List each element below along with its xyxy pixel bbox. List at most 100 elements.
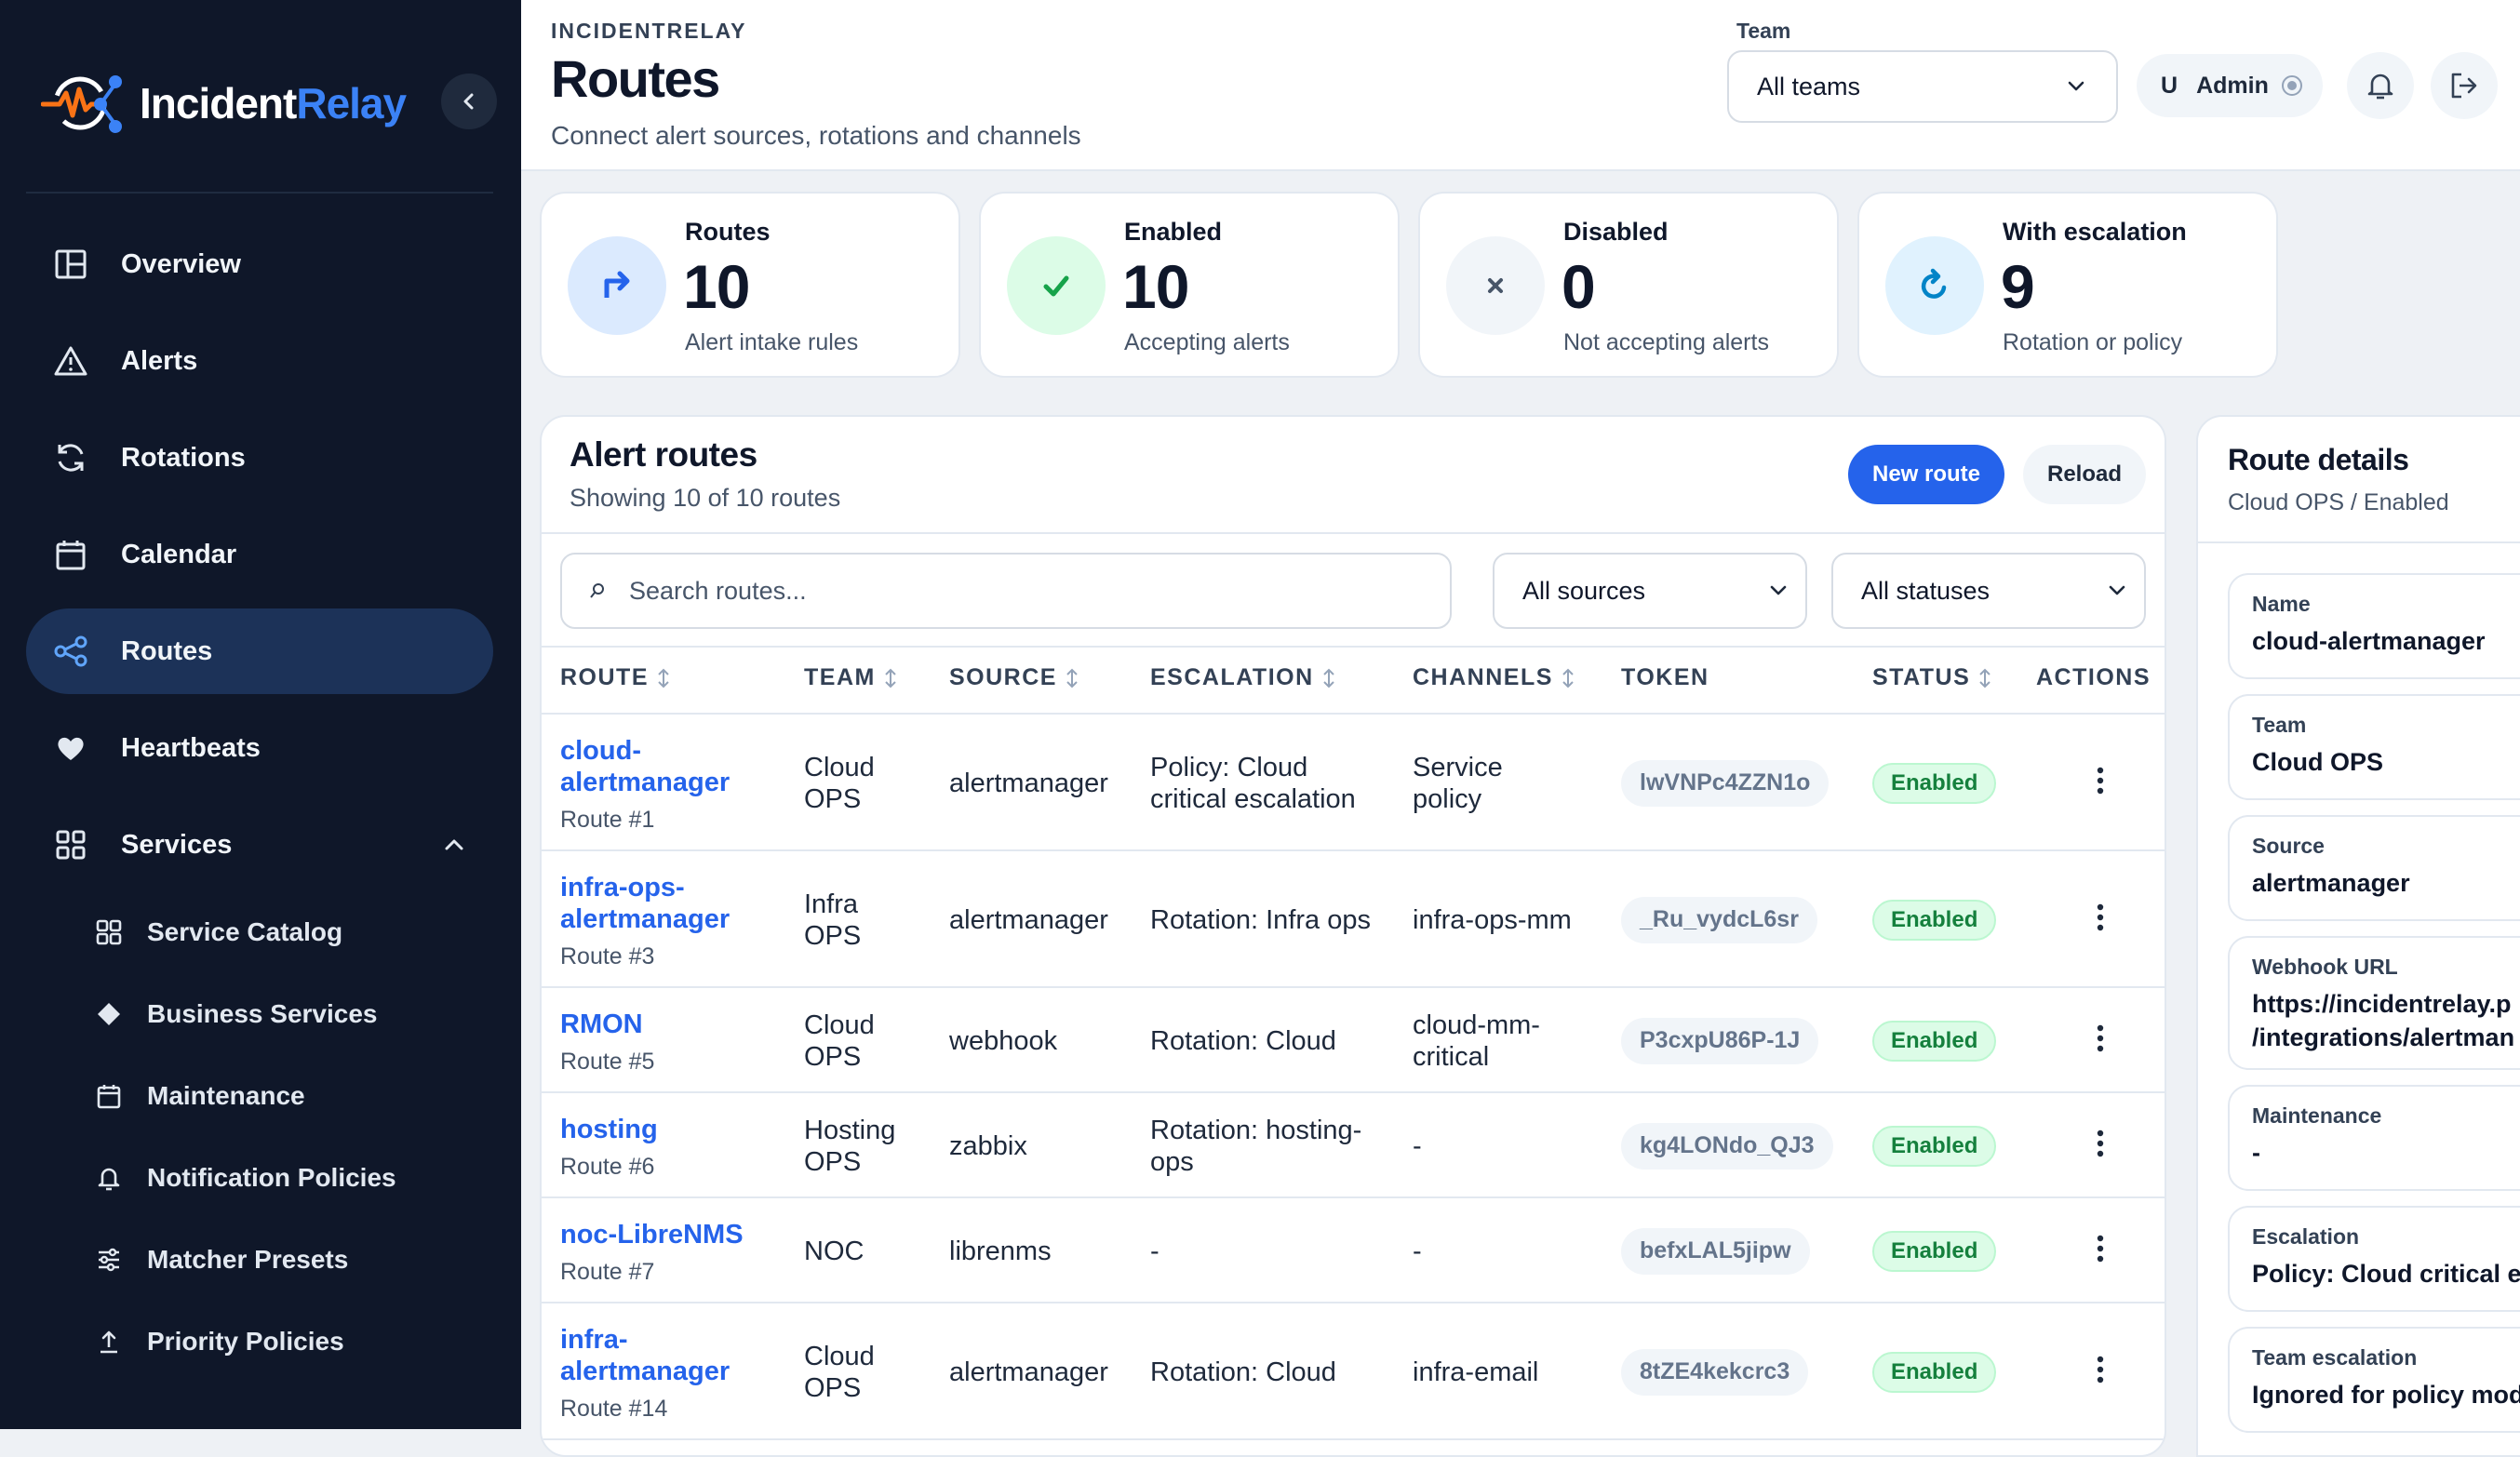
heart-icon bbox=[52, 729, 89, 767]
sub-item-maintenance[interactable]: Maintenance bbox=[26, 1059, 493, 1133]
row-actions-button[interactable] bbox=[2086, 1023, 2114, 1060]
status-filter-select[interactable]: All statuses bbox=[1831, 553, 2146, 629]
more-vertical-icon bbox=[2097, 767, 2104, 799]
sub-item-business-services[interactable]: Business Services bbox=[26, 977, 493, 1051]
token-chip[interactable]: _Ru_vydcL6sr bbox=[1621, 896, 1817, 943]
table-row[interactable]: infra-ops-alertmanager Route #3 Infra OPS al… bbox=[542, 851, 2165, 988]
route-name-link[interactable]: alertmanager bbox=[560, 903, 730, 935]
column-header-actions: ACTIONS bbox=[2036, 664, 2151, 690]
sub-item-priority-policies[interactable]: Priority Policies bbox=[26, 1304, 493, 1379]
page-subtitle: Connect alert sources, rotations and cha… bbox=[551, 121, 1081, 150]
table-row[interactable]: RMON Route #5 Cloud OPS webhook Rotation: Clo… bbox=[542, 988, 2165, 1093]
panel-title: Alert routes bbox=[570, 435, 757, 474]
sub-item-matcher-presets[interactable]: Matcher Presets bbox=[26, 1223, 493, 1297]
sub-item-label: Matcher Presets bbox=[147, 1245, 349, 1274]
source-cell: librenms bbox=[949, 1236, 1052, 1266]
table-row[interactable]: cloud-alertmanager Route #1 Cloud OPS alertm… bbox=[542, 715, 2165, 851]
sub-item-service-catalog[interactable]: Service Catalog bbox=[26, 895, 493, 969]
token-chip[interactable]: befxLAL5jipw bbox=[1621, 1227, 1810, 1275]
route-name-link[interactable]: alertmanager bbox=[560, 1356, 730, 1387]
team-filter-label: Team bbox=[1736, 19, 1791, 43]
route-name-link[interactable]: noc-LibreNMS bbox=[560, 1219, 744, 1250]
logout-button[interactable] bbox=[2431, 52, 2498, 119]
sort-icon bbox=[1066, 668, 1078, 688]
route-name-link[interactable]: infra-ops- bbox=[560, 872, 730, 903]
status-filter-value: All statuses bbox=[1861, 576, 1991, 605]
field-label: Maintenance bbox=[2252, 1103, 2382, 1128]
chevron-up-icon[interactable] bbox=[441, 832, 467, 858]
more-vertical-icon bbox=[2097, 903, 2104, 936]
calendar-icon bbox=[93, 1080, 125, 1112]
new-route-button[interactable]: New route bbox=[1848, 445, 2004, 504]
column-header-team[interactable]: TEAM bbox=[804, 664, 898, 691]
collapse-sidebar-button[interactable] bbox=[441, 74, 497, 129]
row-actions-button[interactable] bbox=[2086, 1233, 2114, 1270]
detail-field-escalation: Escalation Policy: Cloud critical es bbox=[2228, 1206, 2520, 1312]
bell-icon bbox=[93, 1162, 125, 1194]
stat-hint: Alert intake rules bbox=[685, 329, 859, 355]
table-row[interactable]: hosting Route #6 Hosting OPS zabbix Rotation:… bbox=[542, 1093, 2165, 1198]
nav-item-overview[interactable]: Overview bbox=[26, 221, 493, 307]
token-chip[interactable]: kg4LONdo_QJ3 bbox=[1621, 1122, 1833, 1170]
stat-value: 10 bbox=[1122, 252, 1189, 321]
table-row[interactable]: noc-LibreNMS Route #7 NOC librenms - - befxLAL… bbox=[542, 1198, 2165, 1303]
column-header-source[interactable]: SOURCE bbox=[949, 664, 1079, 691]
token-chip[interactable]: P3cxpU86P-1J bbox=[1621, 1017, 1819, 1064]
nav-item-routes[interactable]: Routes bbox=[26, 608, 493, 694]
token-chip[interactable]: 8tZE4kekcrc3 bbox=[1621, 1348, 1809, 1396]
nav-item-calendar[interactable]: Calendar bbox=[26, 512, 493, 597]
more-vertical-icon bbox=[2097, 1024, 2104, 1057]
route-name-link[interactable]: hosting bbox=[560, 1114, 658, 1145]
stat-hint: Rotation or policy bbox=[2003, 329, 2183, 355]
team-cell: Infra OPS bbox=[804, 889, 862, 951]
stat-card-escalation: With escalation 9 Rotation or policy bbox=[1857, 192, 2278, 378]
column-header-status[interactable]: STATUS bbox=[1872, 664, 1992, 691]
route-name-link[interactable]: RMON bbox=[560, 1009, 654, 1040]
notifications-button[interactable] bbox=[2347, 52, 2414, 119]
column-header-escalation[interactable]: ESCALATION bbox=[1150, 664, 1336, 691]
row-actions-button[interactable] bbox=[2086, 765, 2114, 802]
sub-item-label: Business Services bbox=[147, 999, 378, 1028]
more-vertical-icon bbox=[2097, 1130, 2104, 1162]
search-input[interactable] bbox=[629, 576, 1429, 606]
route-id: Route #3 bbox=[560, 942, 655, 969]
nav-item-services[interactable]: Services bbox=[26, 802, 493, 888]
column-header-route[interactable]: ROUTE bbox=[560, 664, 671, 691]
sub-item-notification-policies[interactable]: Notification Policies bbox=[26, 1141, 493, 1215]
field-value: /integrations/alertman bbox=[2252, 1023, 2515, 1051]
table-row[interactable]: infra-alertmanager Route #14 Cloud OPS alert… bbox=[542, 1303, 2165, 1440]
more-vertical-icon bbox=[2097, 1235, 2104, 1267]
source-cell: zabbix bbox=[949, 1130, 1027, 1161]
team-select[interactable]: All teams bbox=[1727, 50, 2118, 123]
chevron-left-icon bbox=[463, 93, 474, 110]
token-chip[interactable]: lwVNPc4ZZN1o bbox=[1621, 759, 1830, 807]
chevron-down-icon bbox=[2068, 81, 2084, 91]
reload-button[interactable]: Reload bbox=[2023, 445, 2146, 504]
source-filter-value: All sources bbox=[1522, 576, 1646, 605]
row-actions-button[interactable] bbox=[2086, 1354, 2114, 1391]
route-name-link[interactable]: alertmanager bbox=[560, 767, 730, 798]
nav-item-rotations[interactable]: Rotations bbox=[26, 415, 493, 501]
field-value: Ignored for policy mode bbox=[2252, 1381, 2520, 1409]
field-label: Team bbox=[2252, 713, 2307, 737]
nav-label: Routes bbox=[121, 635, 213, 666]
user-menu[interactable]: U Admin bbox=[2137, 54, 2323, 117]
nav-item-alerts[interactable]: Alerts bbox=[26, 318, 493, 404]
route-cell: infra-alertmanager Route #14 bbox=[560, 1324, 730, 1424]
brand-logo[interactable]: IncidentRelay bbox=[41, 61, 407, 145]
page-header: INCIDENTRELAY Routes Connect alert sourc… bbox=[521, 0, 2520, 171]
column-header-channels[interactable]: CHANNELS bbox=[1413, 664, 1575, 691]
route-name-link[interactable]: infra- bbox=[560, 1324, 730, 1356]
nav-item-heartbeats[interactable]: Heartbeats bbox=[26, 705, 493, 791]
rotate-icon bbox=[1885, 236, 1984, 335]
row-actions-button[interactable] bbox=[2086, 902, 2114, 939]
detail-field-maintenance: Maintenance - bbox=[2228, 1085, 2520, 1191]
route-id: Route #1 bbox=[560, 806, 655, 833]
row-actions-button[interactable] bbox=[2086, 1128, 2114, 1165]
sort-icon bbox=[1562, 668, 1574, 688]
escalation-cell: - bbox=[1150, 1236, 1159, 1266]
search-box[interactable] bbox=[560, 553, 1452, 629]
route-name-link[interactable]: cloud- bbox=[560, 735, 730, 767]
source-filter-select[interactable]: All sources bbox=[1493, 553, 1807, 629]
escalation-cell: Rotation: Cloud bbox=[1150, 1025, 1336, 1056]
